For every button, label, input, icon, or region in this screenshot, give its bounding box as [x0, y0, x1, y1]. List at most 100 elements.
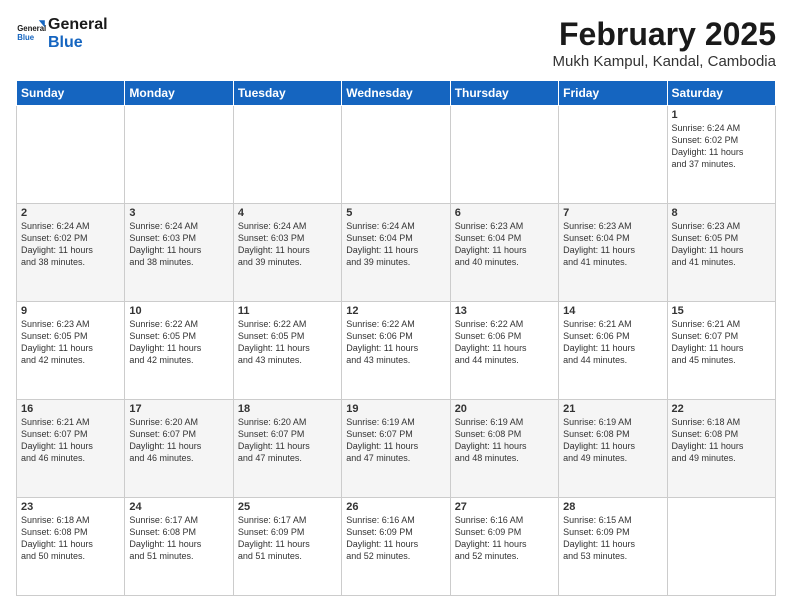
day-info: Sunrise: 6:20 AM Sunset: 6:07 PM Dayligh…	[129, 416, 228, 465]
calendar-cell	[450, 106, 558, 204]
calendar-cell: 26Sunrise: 6:16 AM Sunset: 6:09 PM Dayli…	[342, 498, 450, 596]
day-number: 13	[455, 305, 554, 317]
calendar-cell: 19Sunrise: 6:19 AM Sunset: 6:07 PM Dayli…	[342, 400, 450, 498]
title-block: February 2025 Mukh Kampul, Kandal, Cambo…	[553, 16, 776, 70]
calendar-cell: 8Sunrise: 6:23 AM Sunset: 6:05 PM Daylig…	[667, 204, 775, 302]
calendar-cell: 18Sunrise: 6:20 AM Sunset: 6:07 PM Dayli…	[233, 400, 341, 498]
calendar-cell: 17Sunrise: 6:20 AM Sunset: 6:07 PM Dayli…	[125, 400, 233, 498]
day-info: Sunrise: 6:23 AM Sunset: 6:04 PM Dayligh…	[563, 220, 662, 269]
day-info: Sunrise: 6:15 AM Sunset: 6:09 PM Dayligh…	[563, 514, 662, 563]
day-number: 4	[238, 207, 337, 219]
day-number: 22	[672, 403, 771, 415]
day-header-sunday: Sunday	[17, 81, 125, 106]
day-info: Sunrise: 6:23 AM Sunset: 6:05 PM Dayligh…	[21, 318, 120, 367]
calendar-cell: 11Sunrise: 6:22 AM Sunset: 6:05 PM Dayli…	[233, 302, 341, 400]
day-number: 23	[21, 501, 120, 513]
calendar-cell	[125, 106, 233, 204]
day-header-tuesday: Tuesday	[233, 81, 341, 106]
calendar-cell	[559, 106, 667, 204]
day-number: 19	[346, 403, 445, 415]
day-number: 27	[455, 501, 554, 513]
calendar-cell	[17, 106, 125, 204]
day-number: 25	[238, 501, 337, 513]
calendar-cell: 6Sunrise: 6:23 AM Sunset: 6:04 PM Daylig…	[450, 204, 558, 302]
day-number: 3	[129, 207, 228, 219]
svg-text:Blue: Blue	[17, 33, 35, 42]
day-number: 18	[238, 403, 337, 415]
day-info: Sunrise: 6:22 AM Sunset: 6:05 PM Dayligh…	[129, 318, 228, 367]
day-number: 12	[346, 305, 445, 317]
calendar-cell: 5Sunrise: 6:24 AM Sunset: 6:04 PM Daylig…	[342, 204, 450, 302]
logo-general: General	[48, 16, 108, 34]
calendar-cell: 14Sunrise: 6:21 AM Sunset: 6:06 PM Dayli…	[559, 302, 667, 400]
calendar-cell: 4Sunrise: 6:24 AM Sunset: 6:03 PM Daylig…	[233, 204, 341, 302]
calendar-cell: 28Sunrise: 6:15 AM Sunset: 6:09 PM Dayli…	[559, 498, 667, 596]
calendar-cell: 7Sunrise: 6:23 AM Sunset: 6:04 PM Daylig…	[559, 204, 667, 302]
logo: GeneralBlue General Blue	[16, 16, 108, 51]
day-number: 7	[563, 207, 662, 219]
day-header-friday: Friday	[559, 81, 667, 106]
day-info: Sunrise: 6:18 AM Sunset: 6:08 PM Dayligh…	[672, 416, 771, 465]
calendar-cell: 9Sunrise: 6:23 AM Sunset: 6:05 PM Daylig…	[17, 302, 125, 400]
day-info: Sunrise: 6:23 AM Sunset: 6:04 PM Dayligh…	[455, 220, 554, 269]
day-info: Sunrise: 6:21 AM Sunset: 6:07 PM Dayligh…	[21, 416, 120, 465]
svg-text:General: General	[17, 24, 46, 33]
day-number: 5	[346, 207, 445, 219]
calendar-cell	[342, 106, 450, 204]
day-number: 15	[672, 305, 771, 317]
day-info: Sunrise: 6:24 AM Sunset: 6:02 PM Dayligh…	[672, 122, 771, 171]
day-number: 16	[21, 403, 120, 415]
day-number: 24	[129, 501, 228, 513]
day-info: Sunrise: 6:17 AM Sunset: 6:08 PM Dayligh…	[129, 514, 228, 563]
calendar-cell: 23Sunrise: 6:18 AM Sunset: 6:08 PM Dayli…	[17, 498, 125, 596]
calendar-cell	[233, 106, 341, 204]
calendar-cell: 25Sunrise: 6:17 AM Sunset: 6:09 PM Dayli…	[233, 498, 341, 596]
day-number: 21	[563, 403, 662, 415]
calendar-cell: 24Sunrise: 6:17 AM Sunset: 6:08 PM Dayli…	[125, 498, 233, 596]
day-info: Sunrise: 6:19 AM Sunset: 6:08 PM Dayligh…	[563, 416, 662, 465]
day-number: 6	[455, 207, 554, 219]
calendar: SundayMondayTuesdayWednesdayThursdayFrid…	[16, 80, 776, 596]
page: GeneralBlue General Blue February 2025 M…	[0, 0, 792, 612]
calendar-cell: 16Sunrise: 6:21 AM Sunset: 6:07 PM Dayli…	[17, 400, 125, 498]
day-info: Sunrise: 6:17 AM Sunset: 6:09 PM Dayligh…	[238, 514, 337, 563]
calendar-cell: 1Sunrise: 6:24 AM Sunset: 6:02 PM Daylig…	[667, 106, 775, 204]
day-info: Sunrise: 6:23 AM Sunset: 6:05 PM Dayligh…	[672, 220, 771, 269]
day-info: Sunrise: 6:22 AM Sunset: 6:06 PM Dayligh…	[346, 318, 445, 367]
calendar-cell: 20Sunrise: 6:19 AM Sunset: 6:08 PM Dayli…	[450, 400, 558, 498]
day-number: 26	[346, 501, 445, 513]
day-number: 9	[21, 305, 120, 317]
calendar-cell: 15Sunrise: 6:21 AM Sunset: 6:07 PM Dayli…	[667, 302, 775, 400]
location: Mukh Kampul, Kandal, Cambodia	[553, 53, 776, 70]
day-header-saturday: Saturday	[667, 81, 775, 106]
day-header-wednesday: Wednesday	[342, 81, 450, 106]
calendar-cell	[667, 498, 775, 596]
day-header-thursday: Thursday	[450, 81, 558, 106]
day-number: 28	[563, 501, 662, 513]
day-info: Sunrise: 6:18 AM Sunset: 6:08 PM Dayligh…	[21, 514, 120, 563]
day-number: 10	[129, 305, 228, 317]
day-number: 17	[129, 403, 228, 415]
header: GeneralBlue General Blue February 2025 M…	[16, 16, 776, 70]
day-number: 14	[563, 305, 662, 317]
calendar-cell: 21Sunrise: 6:19 AM Sunset: 6:08 PM Dayli…	[559, 400, 667, 498]
day-info: Sunrise: 6:19 AM Sunset: 6:08 PM Dayligh…	[455, 416, 554, 465]
day-info: Sunrise: 6:24 AM Sunset: 6:03 PM Dayligh…	[238, 220, 337, 269]
day-info: Sunrise: 6:16 AM Sunset: 6:09 PM Dayligh…	[455, 514, 554, 563]
day-info: Sunrise: 6:22 AM Sunset: 6:06 PM Dayligh…	[455, 318, 554, 367]
day-info: Sunrise: 6:19 AM Sunset: 6:07 PM Dayligh…	[346, 416, 445, 465]
day-number: 20	[455, 403, 554, 415]
day-number: 11	[238, 305, 337, 317]
day-info: Sunrise: 6:24 AM Sunset: 6:02 PM Dayligh…	[21, 220, 120, 269]
day-info: Sunrise: 6:16 AM Sunset: 6:09 PM Dayligh…	[346, 514, 445, 563]
day-header-monday: Monday	[125, 81, 233, 106]
day-info: Sunrise: 6:22 AM Sunset: 6:05 PM Dayligh…	[238, 318, 337, 367]
day-info: Sunrise: 6:20 AM Sunset: 6:07 PM Dayligh…	[238, 416, 337, 465]
day-info: Sunrise: 6:21 AM Sunset: 6:07 PM Dayligh…	[672, 318, 771, 367]
day-number: 8	[672, 207, 771, 219]
day-info: Sunrise: 6:21 AM Sunset: 6:06 PM Dayligh…	[563, 318, 662, 367]
logo-icon: GeneralBlue	[16, 19, 46, 49]
day-number: 2	[21, 207, 120, 219]
calendar-cell: 22Sunrise: 6:18 AM Sunset: 6:08 PM Dayli…	[667, 400, 775, 498]
calendar-cell: 12Sunrise: 6:22 AM Sunset: 6:06 PM Dayli…	[342, 302, 450, 400]
